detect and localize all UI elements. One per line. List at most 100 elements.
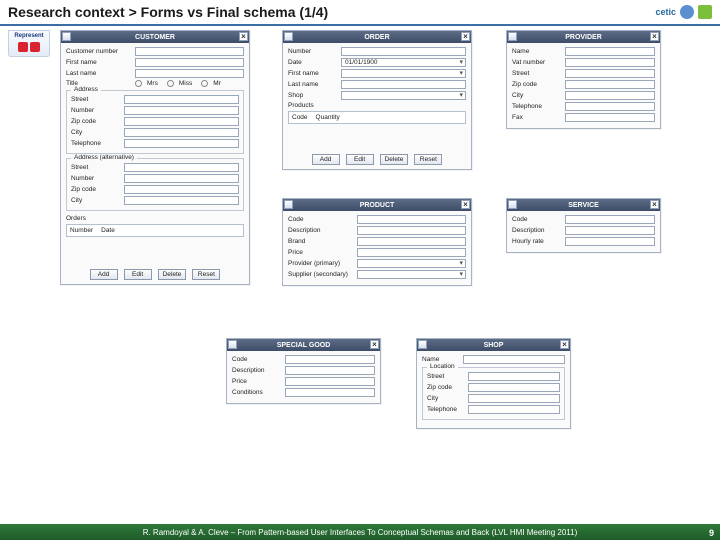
reset-button[interactable]: Reset [414,154,442,165]
slide-number: 9 [709,528,714,538]
input-city-alt[interactable] [124,196,239,205]
input-ord-number[interactable] [341,47,466,56]
input-pv-vat[interactable] [565,58,655,67]
input-sh-city[interactable] [468,394,560,403]
label-number-alt: Number [71,175,121,182]
group-location: Location Street Zip code City Telephone [422,367,565,420]
group-address: Address Street Number Zip code City Tele… [66,90,244,154]
input-ord-date[interactable]: 01/01/1900 [341,58,466,67]
reset-button[interactable]: Reset [192,269,220,280]
col-code: Code [292,114,308,121]
window-service: SERVICE × Code Description Hourly rate [506,198,661,253]
titlebar-label: SERVICE [568,202,599,209]
delete-button[interactable]: Delete [158,269,187,280]
input-city[interactable] [124,128,239,137]
titlebar-order[interactable]: ORDER × [283,31,471,43]
radio-miss[interactable] [167,80,174,87]
close-icon[interactable]: × [461,200,470,209]
label-ord-date: Date [288,59,338,66]
close-icon[interactable]: × [370,340,379,349]
select-pd-prov1[interactable] [357,259,466,268]
titlebar-product[interactable]: PRODUCT × [283,199,471,211]
window-customer: CUSTOMER × Customer number First name La… [60,30,250,285]
ribbon-label: Represent [14,33,43,39]
window-icon [62,32,71,41]
titlebar-provider[interactable]: PROVIDER × [507,31,660,43]
input-tel[interactable] [124,139,239,148]
input-pd-price[interactable] [357,248,466,257]
input-sh-tel[interactable] [468,405,560,414]
select-pd-prov2[interactable] [357,270,466,279]
label-firstname: First name [66,59,132,66]
input-sv-desc[interactable] [565,226,655,235]
label-pv-street: Street [512,70,562,77]
input-sp-cond[interactable] [285,388,375,397]
input-sp-desc[interactable] [285,366,375,375]
window-icon [228,340,237,349]
input-sh-name[interactable] [463,355,565,364]
select-ord-shop[interactable] [341,91,466,100]
input-pd-brand[interactable] [357,237,466,246]
input-zip[interactable] [124,117,239,126]
input-sh-zip[interactable] [468,383,560,392]
edit-button[interactable]: Edit [124,269,152,280]
input-pv-fax[interactable] [565,113,655,122]
input-sv-code[interactable] [565,215,655,224]
orders-table[interactable]: Number Date [66,224,244,237]
input-pv-street[interactable] [565,69,655,78]
add-button[interactable]: Add [90,269,118,280]
input-street-alt[interactable] [124,163,239,172]
close-icon[interactable]: × [650,200,659,209]
input-pd-desc[interactable] [357,226,466,235]
close-icon[interactable]: × [650,32,659,41]
titlebar-service[interactable]: SERVICE × [507,199,660,211]
input-number-alt[interactable] [124,174,239,183]
input-pv-zip[interactable] [565,80,655,89]
label-street: Street [71,96,121,103]
edit-button[interactable]: Edit [346,154,374,165]
titlebar-label: PROVIDER [565,34,602,41]
label-number: Number [71,107,121,114]
close-icon[interactable]: × [461,32,470,41]
input-sv-rate[interactable] [565,237,655,246]
label-city: City [71,129,121,136]
label-pd-prov1: Provider (primary) [288,260,354,267]
input-lastname[interactable] [135,69,244,78]
partner-logo [698,5,712,19]
input-ord-ln[interactable] [341,80,466,89]
products-table[interactable]: Code Quantity [288,111,466,124]
input-street[interactable] [124,95,239,104]
radio-mr[interactable] [201,80,208,87]
input-sp-price[interactable] [285,377,375,386]
add-button[interactable]: Add [312,154,340,165]
university-logo [680,5,694,19]
titlebar-shop[interactable]: SHOP × [417,339,570,351]
close-icon[interactable]: × [239,32,248,41]
input-sh-street[interactable] [468,372,560,381]
label-sv-desc: Description [512,227,562,234]
label-lastname: Last name [66,70,132,77]
ribbon-icon-2 [30,42,40,52]
input-pd-code[interactable] [357,215,466,224]
close-icon[interactable]: × [560,340,569,349]
input-pv-name[interactable] [565,47,655,56]
window-icon [508,32,517,41]
titlebar-customer[interactable]: CUSTOMER × [61,31,249,43]
label-pv-vat: Vat number [512,59,562,66]
input-pv-tel[interactable] [565,102,655,111]
select-ord-fn[interactable] [341,69,466,78]
date-value: 01/01/1900 [342,59,378,66]
input-custnum[interactable] [135,47,244,56]
input-number[interactable] [124,106,239,115]
radio-mrs[interactable] [135,80,142,87]
input-sp-code[interactable] [285,355,375,364]
label-pd-price: Price [288,249,354,256]
input-pv-city[interactable] [565,91,655,100]
titlebar-special[interactable]: SPECIAL GOOD × [227,339,380,351]
delete-button[interactable]: Delete [380,154,409,165]
input-firstname[interactable] [135,58,244,67]
label-pd-desc: Description [288,227,354,234]
group-address-alt-title: Address (alternative) [71,154,137,161]
input-zip-alt[interactable] [124,185,239,194]
label-sv-rate: Hourly rate [512,238,562,245]
